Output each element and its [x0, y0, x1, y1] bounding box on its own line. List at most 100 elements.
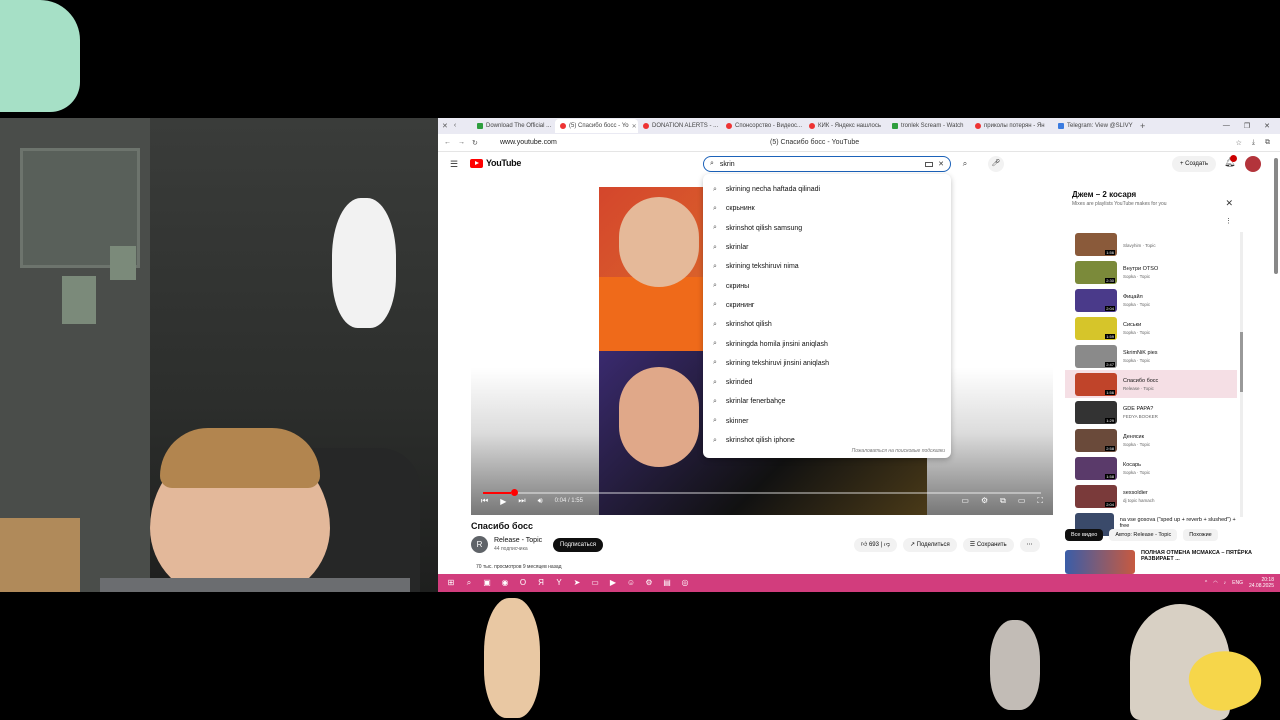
playlist-scrollbar[interactable]: [1240, 232, 1243, 517]
playlist-scroll-thumb[interactable]: [1240, 332, 1243, 392]
opera-icon[interactable]: O: [518, 578, 528, 588]
playlist-item[interactable]: 1:56 Slavyhim · Topic: [1065, 230, 1237, 258]
save-button[interactable]: ☰ Сохранить: [962, 538, 1014, 552]
settings-gear-icon[interactable]: ⚙: [981, 496, 988, 506]
extensions-icon[interactable]: ⧉: [1265, 139, 1270, 147]
url-field[interactable]: www.youtube.com: [500, 139, 770, 146]
volume-icon[interactable]: 🔊︎: [538, 496, 543, 506]
search-suggestion[interactable]: ⌕ skrinshot qilish: [703, 315, 951, 334]
terminal-icon[interactable]: ▤: [662, 578, 672, 588]
keyboard-icon[interactable]: [925, 161, 934, 167]
tab-sponsorship[interactable]: Спонсорство - Видеос...: [721, 119, 804, 133]
filter-chip[interactable]: Автор: Release - Topic: [1109, 529, 1178, 541]
search-suggestion[interactable]: ⌕ скрининг: [703, 296, 951, 315]
play-icon[interactable]: ▶: [500, 497, 506, 506]
settings-icon[interactable]: ⚙: [644, 578, 654, 588]
playlist-item[interactable]: 2:04 Фицайл Sopka · Topic: [1065, 286, 1237, 314]
clear-search-icon[interactable]: ✕: [938, 160, 944, 168]
task-view-icon[interactable]: ▣: [482, 578, 492, 588]
volume-tray-icon[interactable]: ♪: [1224, 580, 1227, 586]
telegram-icon[interactable]: ➤: [572, 578, 582, 588]
new-tab-plus-icon[interactable]: +: [1140, 121, 1145, 131]
bookmark-icon[interactable]: ☆: [1236, 139, 1242, 147]
recommended-title[interactable]: ПОЛНАЯ ОТМЕНА МСМАКСА – ПЯТЁРКА РАЗВИРАЕ…: [1141, 550, 1280, 562]
close-playlist-icon[interactable]: ✕: [1225, 198, 1233, 209]
tab-scream[interactable]: tronlek Scream - Watch: [887, 119, 970, 133]
tab-download[interactable]: Download The Official ...: [472, 119, 555, 133]
download-icon[interactable]: ⤓: [1252, 139, 1255, 147]
close-tab-icon[interactable]: ✕: [632, 123, 637, 130]
search-suggestion[interactable]: ⌕ skrinlar fenerbahçe: [703, 392, 951, 411]
playlist-item[interactable]: 1:56 Спасибо босс Release · Topic: [1065, 370, 1237, 398]
chevron-left-icon[interactable]: ‹: [454, 122, 456, 130]
yandex-icon[interactable]: Я: [536, 578, 546, 588]
search-suggestion[interactable]: ⌕ skriningda homila jinsini aniqlash: [703, 334, 951, 353]
playlist-item[interactable]: 2:30 Внутри OTSO Sopka · Topic: [1065, 258, 1237, 286]
search-suggestion[interactable]: ⌕ skrinshot qilish samsung: [703, 219, 951, 238]
next-icon[interactable]: ⏭: [518, 496, 525, 506]
filter-chip[interactable]: Все видео: [1065, 529, 1104, 541]
search-box[interactable]: ⌕ skrin ✕: [703, 156, 951, 172]
playlist-item[interactable]: 1:58 Косарь Sopka · Topic: [1065, 454, 1237, 482]
tab-yandex-kik[interactable]: КИК - Яндекс нашлось: [804, 119, 887, 133]
miniplayer-icon[interactable]: ⧉: [1000, 496, 1006, 506]
close-icon[interactable]: ✕: [442, 122, 448, 130]
channel-avatar[interactable]: R: [471, 536, 488, 553]
search-suggestion[interactable]: ⌕ skrining necha haftada qilinadi: [703, 180, 951, 199]
reload-icon[interactable]: ↻: [472, 139, 486, 147]
theater-mode-icon[interactable]: ▭: [1018, 496, 1026, 506]
search-suggestion[interactable]: ⌕ skrining tekshiruvi jinsini aniqlash: [703, 354, 951, 373]
playlist-item[interactable]: 2:04 sexsoldier dj topic hamach: [1065, 482, 1237, 510]
playlist-item[interactable]: 2:58 Денясик Sopka · Topic: [1065, 426, 1237, 454]
windows-start-icon[interactable]: ⊞: [446, 578, 456, 588]
playlist-item[interactable]: 1:59 Сиськи Sopka · Topic: [1065, 314, 1237, 342]
report-suggestions-link[interactable]: Пожаловаться на поисковые подсказки: [852, 448, 945, 454]
tab-telegram[interactable]: Telegram: View @SLIVY: [1053, 119, 1136, 133]
youtube-logo[interactable]: YouTube: [470, 158, 521, 168]
fullscreen-icon[interactable]: ⛶: [1037, 496, 1043, 506]
playlist-menu-icon[interactable]: ⋮: [1225, 217, 1232, 225]
create-button[interactable]: + Создать: [1172, 156, 1216, 172]
minimize-icon[interactable]: —: [1223, 122, 1230, 130]
subtitles-icon[interactable]: ▭: [961, 496, 969, 506]
chrome-icon[interactable]: ◉: [500, 578, 510, 588]
more-actions-icon[interactable]: ⋯: [1019, 538, 1040, 552]
media-player-icon[interactable]: ▶: [608, 578, 618, 588]
search-suggestion[interactable]: ⌕ skrinlar: [703, 238, 951, 257]
tab-donation-alerts[interactable]: DONATION ALERTS - ...: [638, 119, 721, 133]
tab-yandex-prikoly[interactable]: приколы потерян - Ян: [970, 119, 1053, 133]
like-button[interactable]: 👍︎ 693 | 👎︎: [854, 538, 897, 552]
back-arrow-icon[interactable]: ←: [444, 139, 458, 146]
notifications-bell-icon[interactable]: 🔔︎: [1224, 155, 1237, 168]
folder-icon[interactable]: ▭: [590, 578, 600, 588]
tray-chevron-icon[interactable]: ^: [1205, 580, 1207, 586]
restore-icon[interactable]: ❐: [1244, 122, 1250, 130]
playlist-item[interactable]: 1:29 GDE PAPA? FEDYA BOOKER: [1065, 398, 1237, 426]
search-suggestion[interactable]: ⌕ skinner: [703, 412, 951, 431]
microphone-icon[interactable]: 🎤︎: [988, 156, 1004, 172]
discord-icon[interactable]: ☺: [626, 578, 636, 588]
channel-name[interactable]: Release - Topic: [494, 537, 542, 544]
search-input[interactable]: skrin: [720, 161, 925, 168]
subscribe-button[interactable]: Подписаться: [553, 538, 603, 552]
search-button[interactable]: ⌕: [956, 156, 974, 172]
wifi-icon[interactable]: ◠: [1213, 580, 1217, 586]
page-scrollbar[interactable]: [1274, 158, 1278, 274]
menu-icon[interactable]: ☰: [450, 159, 458, 170]
clock[interactable]: 20:18 24.08.2025: [1249, 577, 1274, 589]
search-suggestion[interactable]: ⌕ skrining tekshiruvi nima: [703, 257, 951, 276]
search-suggestion[interactable]: ⌕ скрьнинк: [703, 199, 951, 218]
language-indicator[interactable]: ENG: [1232, 580, 1243, 586]
close-window-icon[interactable]: ✕: [1264, 122, 1270, 130]
search-suggestion[interactable]: ⌕ скрины: [703, 276, 951, 295]
obs-icon[interactable]: ◎: [680, 578, 690, 588]
search-suggestion[interactable]: ⌕ skrinded: [703, 373, 951, 392]
previous-icon[interactable]: ⏮: [481, 496, 488, 506]
search-icon[interactable]: ⌕: [464, 578, 474, 588]
share-button[interactable]: ↗ Поделиться: [902, 538, 957, 552]
account-avatar[interactable]: [1245, 156, 1261, 172]
tab-youtube[interactable]: (5) Спасибо босс - Yo ✕: [555, 119, 638, 133]
recommended-thumbnail[interactable]: [1065, 550, 1135, 574]
playlist-item[interactable]: 2:47 SkrimNiK pies Sopka · Topic: [1065, 342, 1237, 370]
forward-arrow-icon[interactable]: →: [458, 139, 472, 146]
